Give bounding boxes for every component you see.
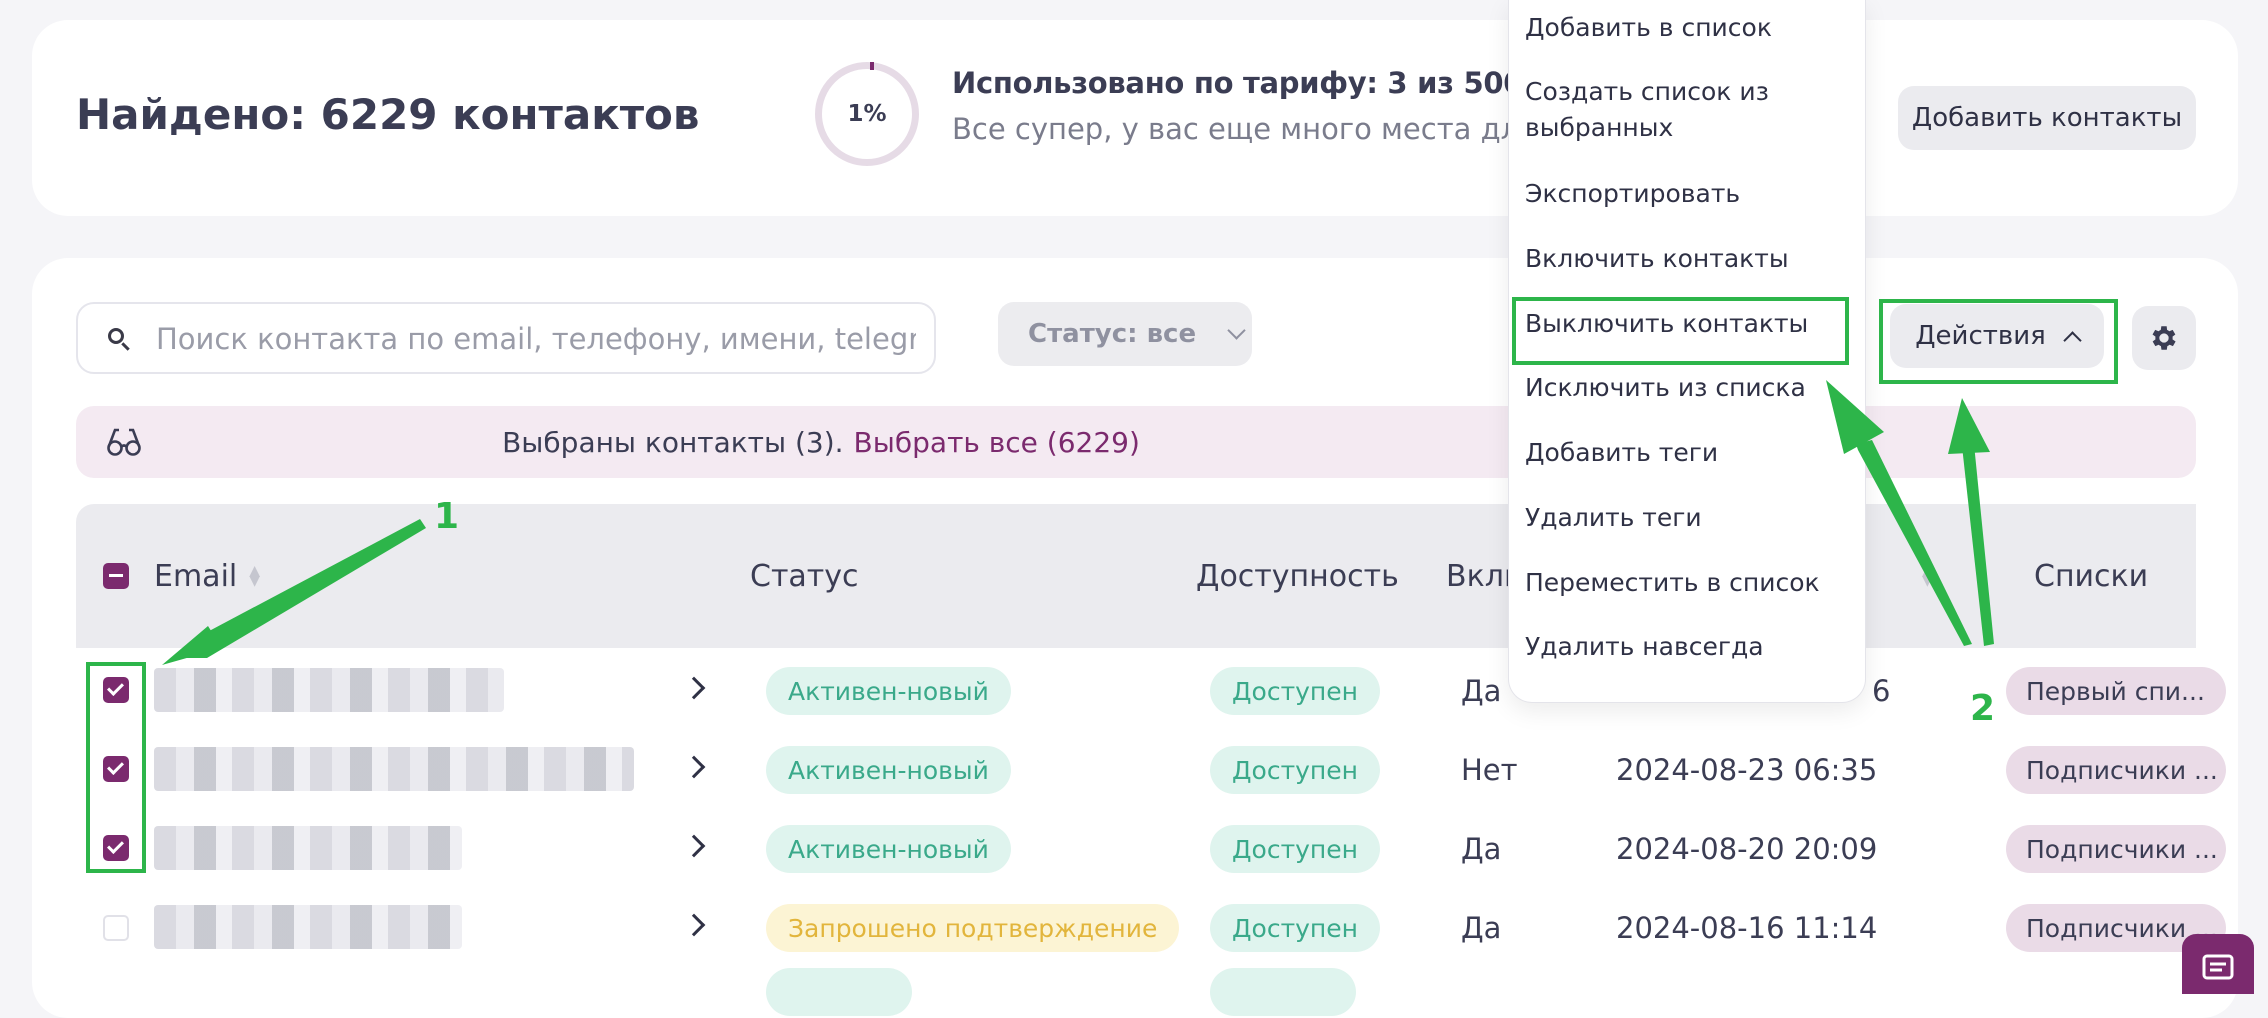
annotation-arrows (162, 380, 1994, 665)
arrow-2a (1856, 440, 1972, 646)
arrow-1 (182, 519, 426, 658)
chat-icon (2202, 954, 2234, 980)
arrow-2b (1962, 444, 1994, 646)
annotation-label-2: 2 (1970, 688, 1996, 729)
chat-widget-button[interactable] (2182, 934, 2254, 994)
arrow-2b-head (1948, 398, 1990, 454)
annotation-label-1: 1 (434, 496, 460, 537)
arrow-2a-head (1826, 380, 1884, 454)
